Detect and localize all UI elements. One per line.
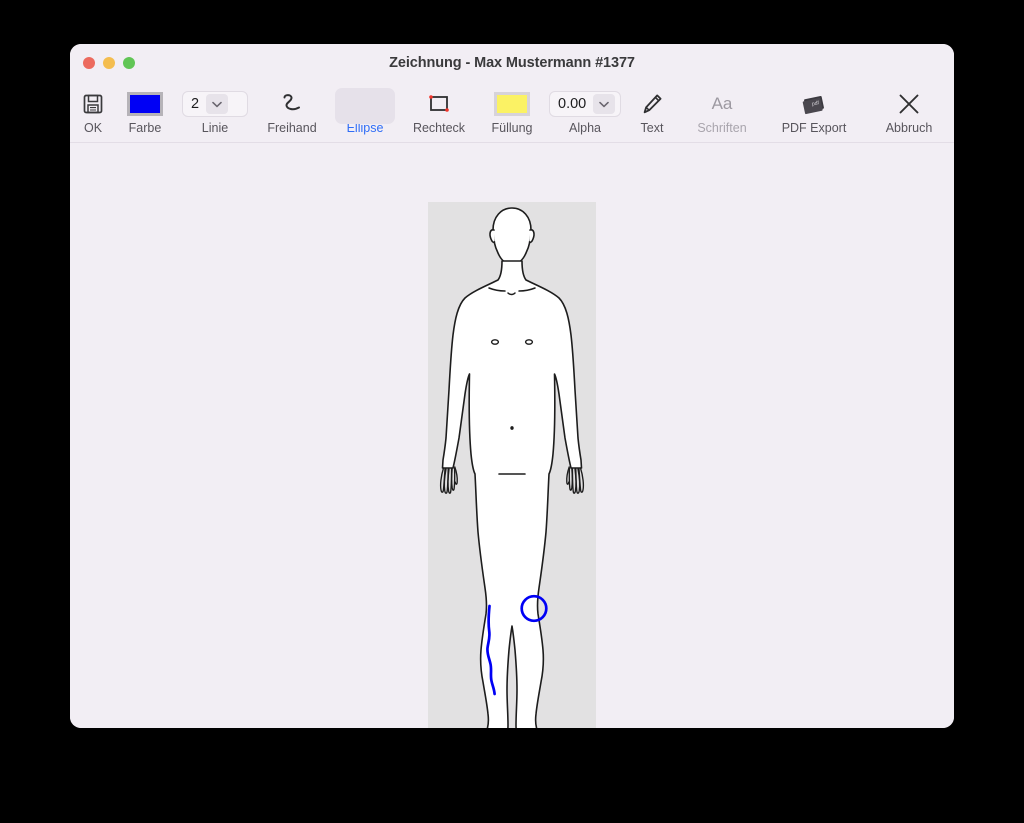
toolbar-button-ellipse[interactable]: Ellipse xyxy=(331,87,399,143)
ellipse-hit-area[interactable] xyxy=(335,88,395,124)
body-diagram-canvas[interactable] xyxy=(428,202,596,728)
right-hand-fingers xyxy=(566,466,585,494)
font-aa-icon: Aa xyxy=(712,87,733,121)
alpha-field[interactable]: 0.00 xyxy=(549,91,621,117)
toolbar-button-text[interactable]: Text xyxy=(625,87,679,143)
drawing-window: Zeichnung - Max Mustermann #1377 OK Farb… xyxy=(70,44,954,728)
line-width-field[interactable]: 2 xyxy=(182,91,248,117)
body-figure-svg xyxy=(439,207,585,728)
font-aa-glyph: Aa xyxy=(711,94,733,113)
rechteck-hit-area[interactable] xyxy=(409,88,469,124)
fill-color-fill xyxy=(497,95,527,113)
toolbar-control-linie[interactable]: 2 Freihand Linie xyxy=(176,87,254,143)
freihand-hit-area[interactable] xyxy=(262,88,322,124)
chevron-down-icon[interactable] xyxy=(206,94,229,114)
text-hit-area[interactable] xyxy=(622,88,682,124)
toolbar-button-fuellung[interactable]: Füllung xyxy=(479,87,545,143)
left-hand-fingers xyxy=(439,466,458,494)
window-titlebar: Zeichnung - Max Mustermann #1377 xyxy=(70,44,954,87)
toolbar-button-ok[interactable]: OK xyxy=(71,87,115,143)
chevron-down-icon[interactable] xyxy=(593,94,616,114)
toolbar-control-alpha[interactable]: 0.00 Alpha xyxy=(546,87,624,143)
toolbar-label-farbe: Farbe xyxy=(128,121,162,135)
canvas-area xyxy=(70,143,954,728)
toolbar-label-linie-text: Linie xyxy=(201,121,229,135)
toolbar-button-schriften[interactable]: Aa Schriften xyxy=(680,87,764,143)
fill-swatch-icon[interactable] xyxy=(494,87,530,121)
toolbar-button-rechteck[interactable]: Rechteck xyxy=(400,87,478,143)
stroke-color-fill xyxy=(130,95,160,113)
alpha-stepper[interactable]: 0.00 xyxy=(549,87,621,121)
toolbar-button-abbruch[interactable]: Abbruch xyxy=(870,87,948,143)
line-width-value: 2 xyxy=(191,96,200,112)
fill-color-swatch[interactable] xyxy=(494,92,530,116)
male-body-outline xyxy=(441,207,583,728)
right-ear xyxy=(528,229,535,244)
window-title: Zeichnung - Max Mustermann #1377 xyxy=(389,55,635,71)
drawing-toolbar: OK Farbe 2 Freihand Linie xyxy=(70,87,954,143)
toolbar-label-alpha: Alpha xyxy=(569,121,601,135)
left-ear xyxy=(489,229,496,244)
toolbar-button-freihand[interactable]: Freihand xyxy=(253,87,331,143)
body-silhouette xyxy=(441,260,583,728)
line-width-stepper[interactable]: 2 xyxy=(182,87,248,121)
navel xyxy=(510,426,514,430)
alpha-value: 0.00 xyxy=(558,96,587,112)
toolbar-label-fuellung: Füllung xyxy=(491,121,533,135)
pdf-export-hit-area[interactable] xyxy=(772,88,856,124)
color-swatch-icon[interactable] xyxy=(127,87,163,121)
stroke-color-swatch[interactable] xyxy=(127,92,163,116)
toolbar-label-schriften: Schriften xyxy=(697,121,747,135)
toolbar-button-pdf-export[interactable]: pdf PDF Export xyxy=(764,87,864,143)
head-shape xyxy=(492,207,532,265)
toolbar-button-farbe[interactable]: Farbe xyxy=(116,87,174,143)
abbruch-hit-area[interactable] xyxy=(879,88,939,124)
